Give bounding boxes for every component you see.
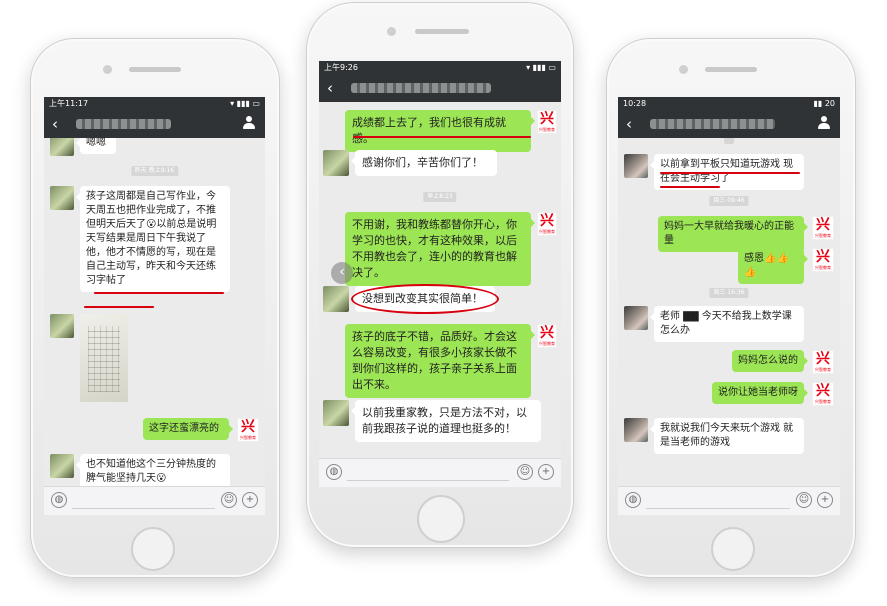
message-bubble: 孩子这周都是自己写作业，今天周五也把作业完成了，不推但明天后天了😮以前总是说明天… xyxy=(76,186,230,292)
highlight-underline xyxy=(94,292,224,294)
earpiece-speaker xyxy=(415,29,469,34)
message-bubble: 孩子的底子不错，品质好。才会这么容易改变，有很多小孩家长做不到你们这样的，孩子亲… xyxy=(345,324,535,398)
avatar[interactable] xyxy=(624,154,648,178)
message-bubble: 感谢你们，辛苦你们了！ xyxy=(351,150,497,176)
timestamp: 昨天 晚上9:16 xyxy=(130,166,179,176)
brand-logo-avatar[interactable]: 兴智教育兴 xyxy=(537,212,557,236)
highlight-underline xyxy=(84,306,154,308)
home-button[interactable] xyxy=(417,495,465,543)
status-time: 10:28 xyxy=(623,99,647,108)
message-bubble: 妈妈怎么说的 xyxy=(732,350,808,372)
status-bar: 上午11:17 ▾ ▮▮▮ ▭ xyxy=(44,97,265,110)
message-bubble: 嗯嗯 xyxy=(76,138,116,154)
back-arrow-icon[interactable]: ‹ xyxy=(327,79,333,97)
highlight-underline xyxy=(660,186,720,188)
highlight-underline xyxy=(660,172,800,174)
message-input[interactable] xyxy=(646,493,790,509)
message-bubble: 不用谢，我和教练都替你开心，你学习的也快，才有这种效果，以后不用教也会了，连小的… xyxy=(345,212,535,286)
brand-logo-avatar[interactable]: 兴智教育兴 xyxy=(812,216,834,240)
avatar[interactable] xyxy=(624,306,648,330)
home-button[interactable] xyxy=(131,527,175,571)
front-camera xyxy=(103,65,112,74)
message-input[interactable] xyxy=(72,493,215,509)
back-arrow-icon[interactable]: ‹ xyxy=(626,115,632,133)
back-arrow-icon[interactable]: ‹ xyxy=(52,115,58,133)
message-bubble: 妈妈一大早就给我暖心的正能量 xyxy=(658,216,808,252)
avatar[interactable] xyxy=(624,418,648,442)
chat-screen: 10:28 ▮▮ 20 ‹ 以前拿到平板只知道玩游戏 现在会主动学习了 周三 0… xyxy=(618,97,840,515)
voice-icon[interactable]: ◍ xyxy=(51,492,67,508)
status-icons: ▾ ▮▮▮ ▭ xyxy=(230,99,260,108)
status-bar: 10:28 ▮▮ 20 xyxy=(618,97,840,110)
emoji-icon[interactable]: ☺ xyxy=(221,492,237,508)
front-camera xyxy=(679,65,688,74)
message-list[interactable]: 成绩都上去了，我们也很有成就感。 兴智教育兴 感谢你们，辛苦你们了！ 早上8:2… xyxy=(319,102,561,459)
avatar[interactable] xyxy=(323,286,349,312)
timestamp: 早上8:23 xyxy=(423,192,457,202)
status-icons: ▮▮ 20 xyxy=(813,99,835,108)
message-bubble: 感恩👍👍👍 xyxy=(738,248,808,284)
brand-logo-avatar[interactable]: 兴智教育兴 xyxy=(537,110,557,134)
plus-icon[interactable]: + xyxy=(817,492,833,508)
phone-right: 10:28 ▮▮ 20 ‹ 以前拿到平板只知道玩游戏 现在会主动学习了 周三 0… xyxy=(606,38,856,578)
message-list[interactable]: 以前拿到平板只知道玩游戏 现在会主动学习了 周三 09:46 妈妈一大早就给我暖… xyxy=(618,138,840,487)
message-bubble: 成绩都上去了，我们也很有成就感。 xyxy=(345,110,535,152)
avatar[interactable] xyxy=(323,400,349,426)
front-camera xyxy=(387,27,396,36)
avatar[interactable] xyxy=(50,186,74,210)
handwriting-photo[interactable] xyxy=(80,314,128,402)
brand-logo-avatar[interactable]: 兴智教育兴 xyxy=(812,382,834,406)
chat-header: ‹ xyxy=(44,110,265,138)
timestamp: 周三 09:46 xyxy=(709,196,749,206)
avatar[interactable] xyxy=(50,314,74,338)
status-icons: ▾ ▮▮▮ ▭ xyxy=(526,63,556,72)
voice-icon[interactable]: ◍ xyxy=(625,492,641,508)
earpiece-speaker xyxy=(705,67,757,72)
avatar[interactable] xyxy=(323,150,349,176)
input-bar: ◍ ☺ + xyxy=(618,486,840,515)
brand-logo-avatar[interactable]: 兴智教育兴 xyxy=(812,350,834,374)
emoji-icon[interactable]: ☺ xyxy=(796,492,812,508)
message-bubble: 说你让她当老师呀 xyxy=(712,382,808,404)
chat-screen: 上午9:26 ▾ ▮▮▮ ▭ ‹ 成绩都上去了，我们也很有成就感。 兴智教育兴 … xyxy=(319,61,561,487)
status-bar: 上午9:26 ▾ ▮▮▮ ▭ xyxy=(319,61,561,74)
highlight-oval xyxy=(351,284,499,314)
input-bar: ◍ ☺ + xyxy=(44,486,265,515)
timestamp: 周三 16:36 xyxy=(709,288,749,298)
message-bubble: 以前我重家教，只是方法不对，以前我跟孩子说的道理也挺多的！ xyxy=(351,400,541,442)
chat-header: ‹ xyxy=(319,74,561,102)
user-profile-icon[interactable] xyxy=(817,116,831,130)
message-bubble: 老师 ▇▇ 今天不给我上数学课怎么办 xyxy=(650,306,804,342)
plus-icon[interactable]: + xyxy=(538,464,554,480)
home-button[interactable] xyxy=(711,527,755,571)
carousel-prev-icon[interactable]: ‹ xyxy=(331,262,353,284)
avatar[interactable] xyxy=(50,454,74,478)
avatar[interactable] xyxy=(50,138,74,156)
message-list[interactable]: 嗯嗯 昨天 晚上9:16 孩子这周都是自己写作业，今天周五也把作业完成了，不推但… xyxy=(44,138,265,487)
timestamp-partial xyxy=(724,138,734,144)
brand-logo-avatar[interactable]: 兴智教育兴 xyxy=(537,324,557,348)
emoji-icon[interactable]: ☺ xyxy=(517,464,533,480)
chat-title-blurred xyxy=(76,119,171,129)
voice-icon[interactable]: ◍ xyxy=(326,464,342,480)
highlight-underline xyxy=(353,136,531,138)
input-bar: ◍ ☺ + xyxy=(319,458,561,487)
brand-logo-avatar[interactable]: 兴智教育兴 xyxy=(812,248,834,272)
message-bubble: 我就说我们今天来玩个游戏 就是当老师的游戏 xyxy=(650,418,804,454)
message-bubble: 也不知道他这个三分钟热度的脾气能坚持几天😮 xyxy=(76,454,230,487)
status-time: 上午9:26 xyxy=(324,63,358,72)
chat-screen: 上午11:17 ▾ ▮▮▮ ▭ ‹ 嗯嗯 昨天 晚上9:16 孩子这周都是自己写… xyxy=(44,97,265,515)
message-bubble: 这字还蛮漂亮的 xyxy=(143,418,233,440)
message-input[interactable] xyxy=(347,465,509,481)
chat-title-blurred xyxy=(351,83,491,93)
chat-title-blurred xyxy=(650,119,775,129)
phone-left: 上午11:17 ▾ ▮▮▮ ▭ ‹ 嗯嗯 昨天 晚上9:16 孩子这周都是自己写… xyxy=(30,38,280,578)
user-profile-icon[interactable] xyxy=(242,116,256,130)
status-time: 上午11:17 xyxy=(49,99,89,108)
earpiece-speaker xyxy=(129,67,181,72)
chat-header: ‹ xyxy=(618,110,840,138)
brand-logo-avatar[interactable]: 兴智教育兴 xyxy=(237,418,259,442)
plus-icon[interactable]: + xyxy=(242,492,258,508)
battery-level: 20 xyxy=(824,99,835,108)
